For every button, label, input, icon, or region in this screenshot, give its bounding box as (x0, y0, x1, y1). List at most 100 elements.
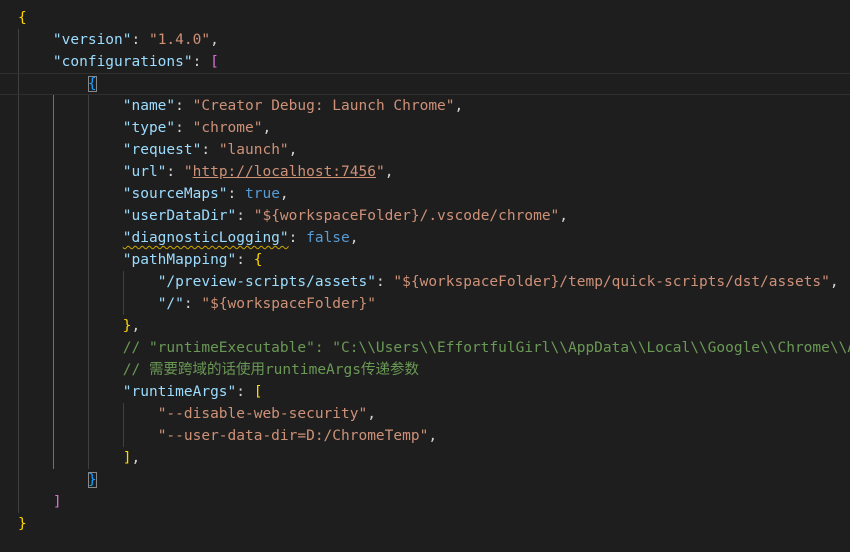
code-line-7[interactable]: "request": "launch", (0, 139, 850, 161)
code-token: , (829, 274, 839, 290)
code-token: [ (210, 54, 219, 70)
code-line-19[interactable]: "--disable-web-security", (0, 403, 850, 425)
code-token: "name" (122, 98, 176, 114)
code-token: : (201, 142, 219, 158)
code-token: " (375, 164, 385, 180)
code-token: , (210, 32, 219, 48)
code-line-2[interactable]: "version": "1.4.0", (0, 29, 850, 51)
code-token: http://localhost:7456 (192, 164, 376, 180)
code-token: false (306, 230, 350, 246)
code-token: : (227, 186, 245, 202)
code-line-9[interactable]: "sourceMaps": true, (0, 183, 850, 205)
code-line-23[interactable]: ] (0, 491, 850, 513)
code-token: "/preview-scripts/assets" (157, 274, 376, 290)
code-token: : (288, 230, 307, 246)
code-token: } (87, 472, 97, 488)
code-token: "--disable-web-security" (157, 406, 368, 422)
code-token: true (245, 186, 280, 202)
code-token: "launch" (218, 142, 289, 158)
code-token: : (131, 32, 149, 48)
code-line-18[interactable]: "runtimeArgs": [ (0, 381, 850, 403)
code-editor[interactable]: { "version": "1.4.0", "configurations": … (0, 0, 850, 552)
code-line-4-current[interactable]: { (0, 73, 850, 95)
code-token: : (236, 384, 254, 400)
code-token: : (175, 120, 193, 136)
code-line-15[interactable]: }, (0, 315, 850, 337)
code-line-21[interactable]: ], (0, 447, 850, 469)
code-token: "/" (157, 296, 184, 312)
code-token: "${workspaceFolder}/.vscode/chrome" (253, 208, 560, 224)
code-token: { (87, 76, 97, 92)
code-line-22[interactable]: } (0, 469, 850, 491)
code-token: { (18, 10, 27, 26)
code-token: , (384, 164, 394, 180)
code-token: ] (122, 450, 132, 466)
code-line-5[interactable]: "name": "Creator Debug: Launch Chrome", (0, 95, 850, 117)
code-token: , (559, 208, 569, 224)
code-token: "${workspaceFolder}/temp/quick-scripts/d… (393, 274, 830, 290)
code-token: "sourceMaps" (122, 186, 228, 202)
code-line-13[interactable]: "/preview-scripts/assets": "${workspaceF… (0, 271, 850, 293)
code-line-8[interactable]: "url": "http://localhost:7456", (0, 161, 850, 183)
code-line-17[interactable]: // 需要跨域的话使用runtimeArgs传递参数 (0, 359, 850, 381)
code-token: "Creator Debug: Launch Chrome" (192, 98, 455, 114)
code-line-1[interactable]: { (0, 7, 850, 29)
code-token: , (454, 98, 464, 114)
code-line-3[interactable]: "configurations": [ (0, 51, 850, 73)
code-token: [ (253, 384, 263, 400)
code-token: "diagnosticLogging" (122, 230, 289, 246)
code-line-14[interactable]: "/": "${workspaceFolder}" (0, 293, 850, 315)
code-token: "type" (122, 120, 176, 136)
code-line-11[interactable]: "diagnosticLogging": false, (0, 227, 850, 249)
code-token: : (375, 274, 394, 290)
code-token: "1.4.0" (148, 32, 211, 48)
code-token: : (175, 98, 193, 114)
code-token: , (428, 428, 438, 444)
code-token: , (131, 318, 141, 334)
code-token: , (349, 230, 359, 246)
code-line-20[interactable]: "--user-data-dir=D:/ChromeTemp", (0, 425, 850, 447)
code-token: "${workspaceFolder}" (201, 296, 376, 312)
code-token: : (192, 54, 211, 70)
code-token: , (367, 406, 376, 422)
code-token: "userDataDir" (122, 208, 237, 224)
code-token: : (236, 252, 254, 268)
code-line-16[interactable]: // "runtimeExecutable": "C:\\Users\\Effo… (0, 337, 850, 359)
code-token: , (131, 450, 141, 466)
code-token: "chrome" (192, 120, 263, 136)
code-token: // "runtimeExecutable": "C:\\Users\\Effo… (122, 340, 850, 356)
code-token: ] (52, 494, 62, 510)
code-token: // 需要跨域的话使用runtimeArgs传递参数 (122, 362, 419, 378)
code-line-24[interactable]: } (0, 513, 850, 535)
code-token: } (18, 516, 27, 532)
code-token: "pathMapping" (122, 252, 237, 268)
code-token: { (253, 252, 263, 268)
code-line-10[interactable]: "userDataDir": "${workspaceFolder}/.vsco… (0, 205, 850, 227)
code-token: : (183, 296, 202, 312)
code-line-12[interactable]: "pathMapping": { (0, 249, 850, 271)
code-token: } (122, 318, 132, 334)
code-token: "--user-data-dir=D:/ChromeTemp" (157, 428, 429, 444)
code-line-6[interactable]: "type": "chrome", (0, 117, 850, 139)
code-token: "runtimeArgs" (122, 384, 237, 400)
code-token: , (288, 142, 298, 158)
